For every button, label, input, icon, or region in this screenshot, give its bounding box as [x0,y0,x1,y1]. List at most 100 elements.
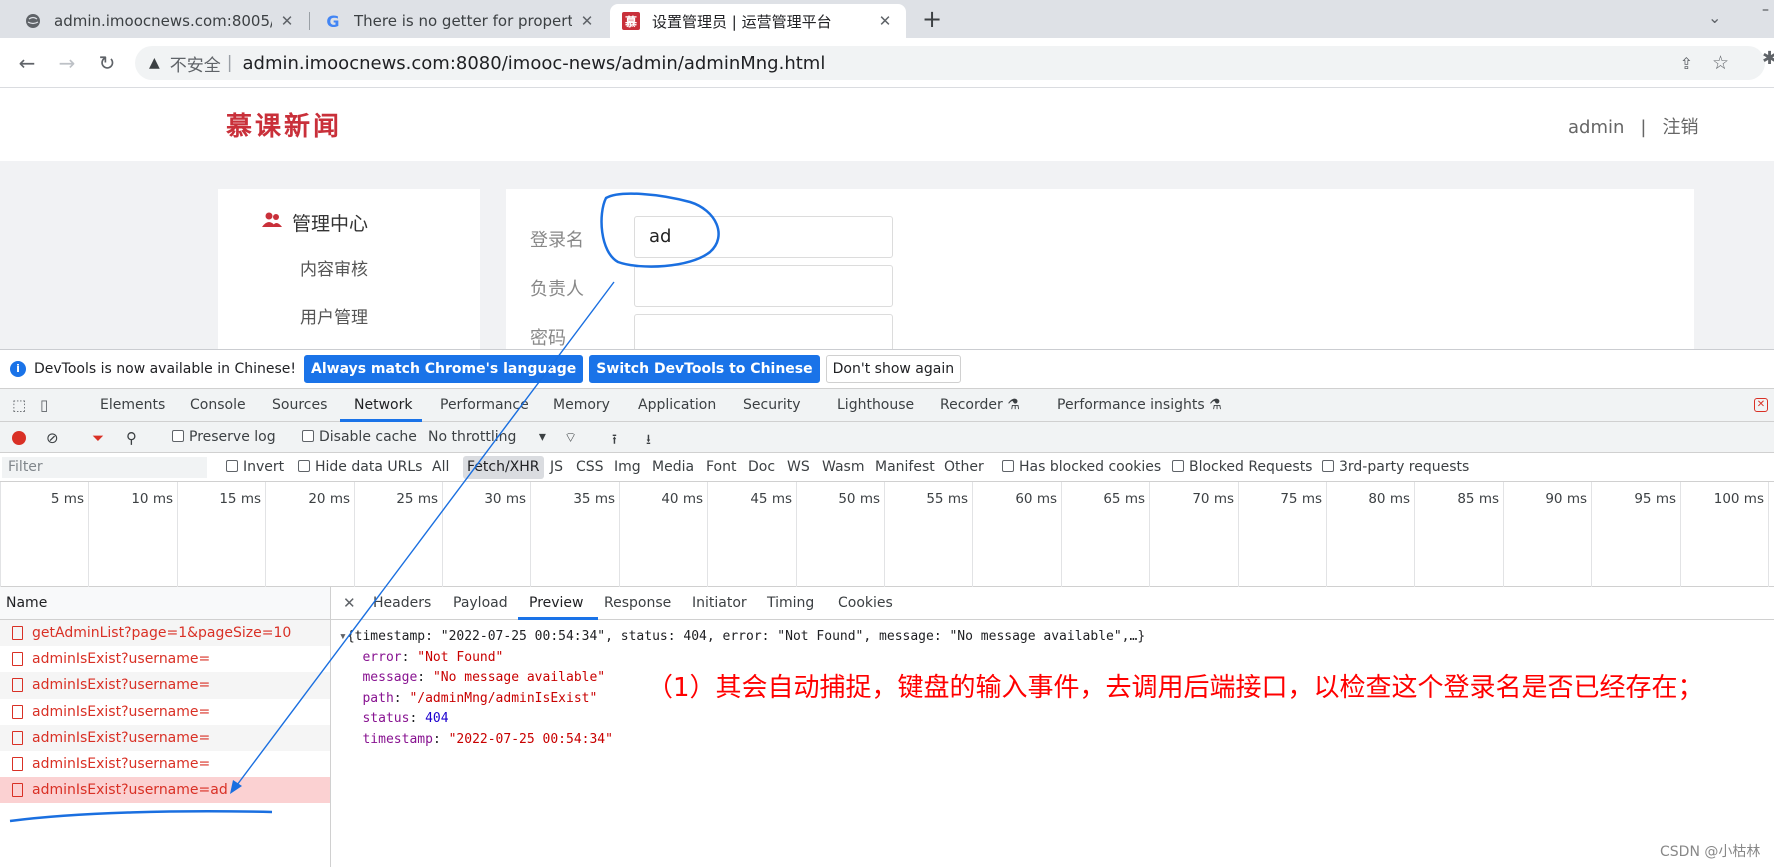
url-text[interactable]: admin.imoocnews.com:8080/imooc-news/admi… [243,53,826,74]
request-row[interactable]: adminIsExist?username= [0,672,330,699]
tab-application[interactable]: Application [638,397,716,413]
tab-response[interactable]: Response [604,595,671,611]
filter-type-img[interactable]: Img [614,459,641,475]
extensions-icon[interactable]: ✱ [1762,48,1774,69]
has-blocked-cookies-checkbox[interactable]: Has blocked cookies [1002,459,1161,475]
filter-type-css[interactable]: CSS [576,459,604,475]
match-language-button[interactable]: Always match Chrome's language [304,355,584,383]
close-icon[interactable]: ✕ [278,12,296,30]
import-har-icon[interactable]: ⭱ [612,429,617,453]
tab-timing[interactable]: Timing [767,595,814,611]
tab-network[interactable]: Network [354,397,412,413]
request-row[interactable]: adminIsExist?username=ad [0,777,330,804]
filter-type-all[interactable]: All [432,459,449,475]
tab-initiator[interactable]: Initiator [692,595,747,611]
checkbox-box[interactable] [1002,460,1014,472]
new-tab-button[interactable]: + [918,6,946,34]
name-column-header[interactable]: Name [0,587,330,620]
tab-sources[interactable]: Sources [272,397,327,413]
request-row[interactable]: adminIsExist?username= [0,724,330,751]
export-har-icon[interactable]: ⭳ [646,429,651,453]
tab-cookies[interactable]: Cookies [838,595,893,611]
tab-console[interactable]: Console [190,397,246,413]
tab-preview[interactable]: Preview [529,595,584,611]
filter-type-ws[interactable]: WS [787,459,810,475]
forward-icon[interactable]: → [52,48,82,78]
warning-icon[interactable]: ▲ [149,55,160,71]
blocked-requests-checkbox[interactable]: Blocked Requests [1172,459,1312,475]
request-row[interactable]: adminIsExist?username= [0,751,330,777]
sidebar-title[interactable]: 管理中心 [262,209,368,236]
filter-type-fetch-xhr[interactable]: Fetch/XHR [463,456,544,479]
checkbox-box[interactable] [298,460,310,472]
tab-memory[interactable]: Memory [553,397,610,413]
throttling-select[interactable]: No throttling ▾ [428,429,546,445]
search-icon[interactable]: ⚲ [126,429,137,447]
checkbox-box[interactable] [302,430,314,442]
filter-type-js[interactable]: JS [550,459,563,475]
checkbox-box[interactable] [172,430,184,442]
not-secure-label[interactable]: 不安全 [170,51,221,76]
checkbox-box[interactable] [1322,460,1334,472]
site-logo[interactable]: 慕课新闻 [226,106,342,143]
tab-recorder[interactable]: Recorder ⚗ [940,397,1020,413]
tab-performance[interactable]: Performance [440,397,529,413]
filter-type-other[interactable]: Other [944,459,984,475]
back-icon[interactable]: ← [12,48,42,78]
sidebar-item-user-management[interactable]: 用户管理 [300,303,368,328]
filter-input[interactable]: Filter [2,457,207,478]
browser-tab-2[interactable]: G There is no getter for property ✕ [312,4,608,38]
invert-checkbox[interactable]: Invert [226,459,284,475]
minimize-icon[interactable]: – [1762,2,1769,18]
request-row[interactable]: adminIsExist?username= [0,699,330,725]
close-icon[interactable]: ✕ [343,594,356,612]
inspect-icon[interactable]: ⬚ [12,396,26,414]
owner-input[interactable] [634,265,893,307]
network-conditions-icon[interactable]: ⌔ [564,429,577,447]
login-name-input[interactable]: ad [634,216,893,258]
tab-security[interactable]: Security [743,397,801,413]
reload-icon[interactable]: ↻ [92,48,122,78]
filter-type-wasm[interactable]: Wasm [822,459,864,475]
hide-data-urls-checkbox[interactable]: Hide data URLs [298,459,422,475]
json-summary-line[interactable]: ▾{timestamp: "2022-07-25 00:54:34", stat… [339,627,1145,648]
request-row[interactable]: getAdminList?page=1&pageSize=10 [0,620,330,647]
dont-show-again-button[interactable]: Don't show again [825,355,962,383]
expand-arrow-icon[interactable]: ▾ [339,629,347,644]
error-count-icon[interactable]: ✕ [1754,398,1768,412]
disable-cache-checkbox[interactable]: Disable cache [302,429,417,445]
filter-type-manifest[interactable]: Manifest [875,459,935,475]
star-icon[interactable]: ☆ [1712,52,1729,74]
tab-headers[interactable]: Headers [373,595,431,611]
tab-payload[interactable]: Payload [453,595,508,611]
filter-type-doc[interactable]: Doc [748,459,775,475]
logout-link[interactable]: 注销 [1662,117,1698,138]
tab-performance-insights[interactable]: Performance insights ⚗ [1057,397,1222,413]
preserve-log-checkbox[interactable]: Preserve log [172,429,276,445]
switch-chinese-button[interactable]: Switch DevTools to Chinese [589,355,820,383]
sidebar-item-content-review[interactable]: 内容审核 [300,255,368,280]
password-input[interactable] [634,314,893,349]
close-icon[interactable]: ✕ [876,12,894,30]
share-icon[interactable]: ⇪ [1680,54,1693,73]
checkbox-box[interactable] [1172,460,1184,472]
close-icon[interactable]: ✕ [578,12,596,30]
device-toolbar-icon[interactable]: ▯ [40,396,48,414]
third-party-checkbox[interactable]: 3rd-party requests [1322,459,1469,475]
clear-icon[interactable]: ⊘ [46,429,59,447]
record-icon[interactable] [12,431,26,445]
checkbox-box[interactable] [226,460,238,472]
username-link[interactable]: admin [1568,117,1624,138]
tab-elements[interactable]: Elements [100,397,165,413]
filter-type-font[interactable]: Font [706,459,736,475]
network-timeline[interactable]: 5 ms 10 ms 15 ms 20 ms 25 ms 30 ms 35 ms 40 ms 4… [0,482,1774,587]
chevron-down-icon[interactable]: ⌄ [1708,8,1721,27]
request-row[interactable]: adminIsExist?username= [0,646,330,672]
tab-lighthouse[interactable]: Lighthouse [837,397,914,413]
browser-tab-active[interactable]: 慕 设置管理员 | 运营管理平台 ✕ [610,4,906,38]
browser-tab-1[interactable]: admin.imoocnews.com:8005/h ✕ [12,4,308,38]
timeline-gridline [88,482,89,587]
address-bar[interactable]: ▲ 不安全 | admin.imoocnews.com:8080/imooc-n… [135,46,1765,80]
filter-icon[interactable]: ⏷ [92,429,104,447]
filter-type-media[interactable]: Media [652,459,694,475]
